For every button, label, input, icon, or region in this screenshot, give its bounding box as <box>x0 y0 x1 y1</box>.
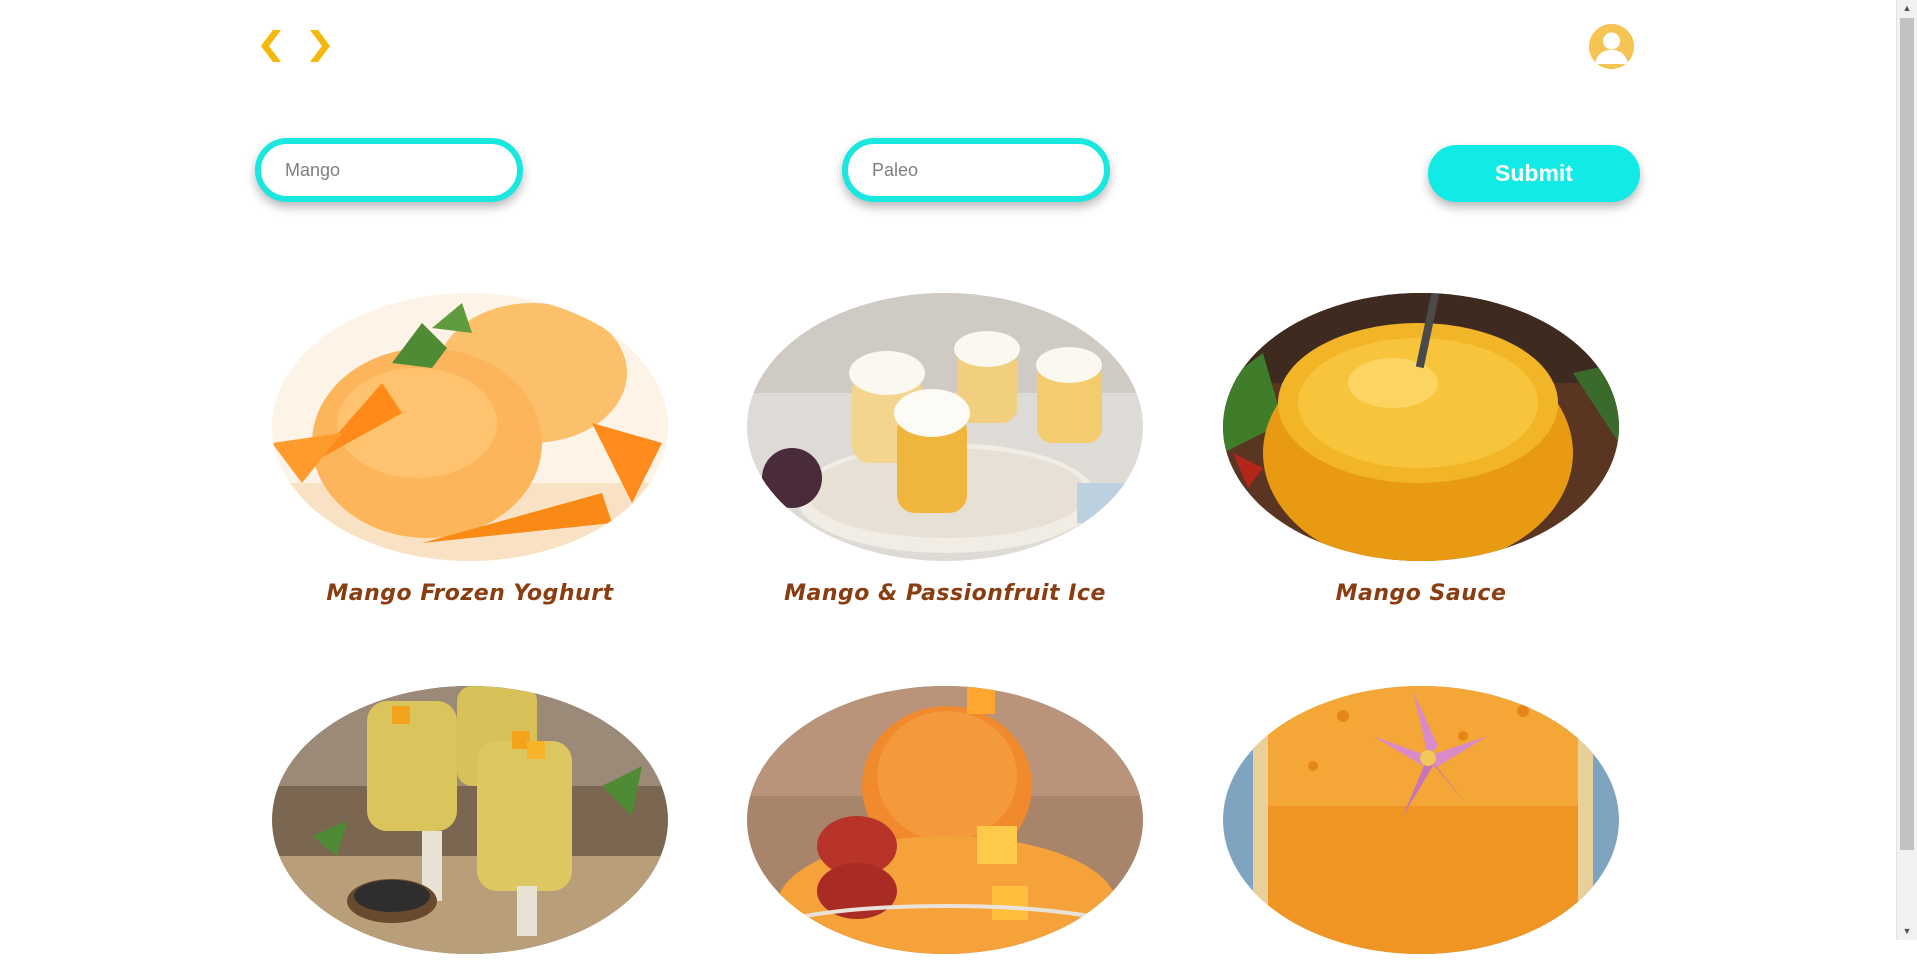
scroll-down-icon[interactable]: ▼ <box>1897 923 1917 940</box>
chevron-right-icon <box>310 30 330 62</box>
recipe-card[interactable] <box>270 686 670 974</box>
recipe-card[interactable] <box>1221 686 1621 974</box>
ingredient-search-input[interactable] <box>255 138 523 202</box>
recipe-title: Mango Sauce <box>1335 581 1507 606</box>
recipe-photo-mango-sauce <box>1223 293 1619 561</box>
scroll-thumb[interactable] <box>1900 18 1914 850</box>
user-avatar-icon <box>1589 24 1634 69</box>
back-button[interactable] <box>259 26 289 66</box>
scroll-up-icon[interactable]: ▲ <box>1897 0 1917 17</box>
recipe-photo-mango-chia-pudding <box>272 686 668 954</box>
recipe-card[interactable] <box>745 686 1145 974</box>
recipe-title: Mango & Passionfruit Ice <box>784 581 1106 606</box>
recipe-title: Mango Frozen Yoghurt <box>326 581 614 606</box>
diet-search-input[interactable] <box>842 138 1110 202</box>
forward-button[interactable] <box>302 26 332 66</box>
recipe-photo-mango-shaved-ice <box>747 686 1143 954</box>
recipe-photo-passionfruit-ice <box>747 293 1143 561</box>
recipe-photo-frozen-yoghurt <box>272 293 668 561</box>
recipe-card[interactable]: Mango Sauce <box>1221 293 1621 606</box>
recipe-card[interactable]: Mango & Passionfruit Ice <box>745 293 1145 606</box>
vertical-scrollbar[interactable]: ▲ ▼ <box>1896 0 1917 940</box>
submit-button[interactable]: Submit <box>1428 145 1640 202</box>
user-avatar[interactable] <box>1589 24 1634 69</box>
recipe-card[interactable]: Mango Frozen Yoghurt <box>270 293 670 606</box>
recipe-photo-mango-smoothie <box>1223 686 1619 954</box>
chevron-left-icon <box>261 30 281 62</box>
